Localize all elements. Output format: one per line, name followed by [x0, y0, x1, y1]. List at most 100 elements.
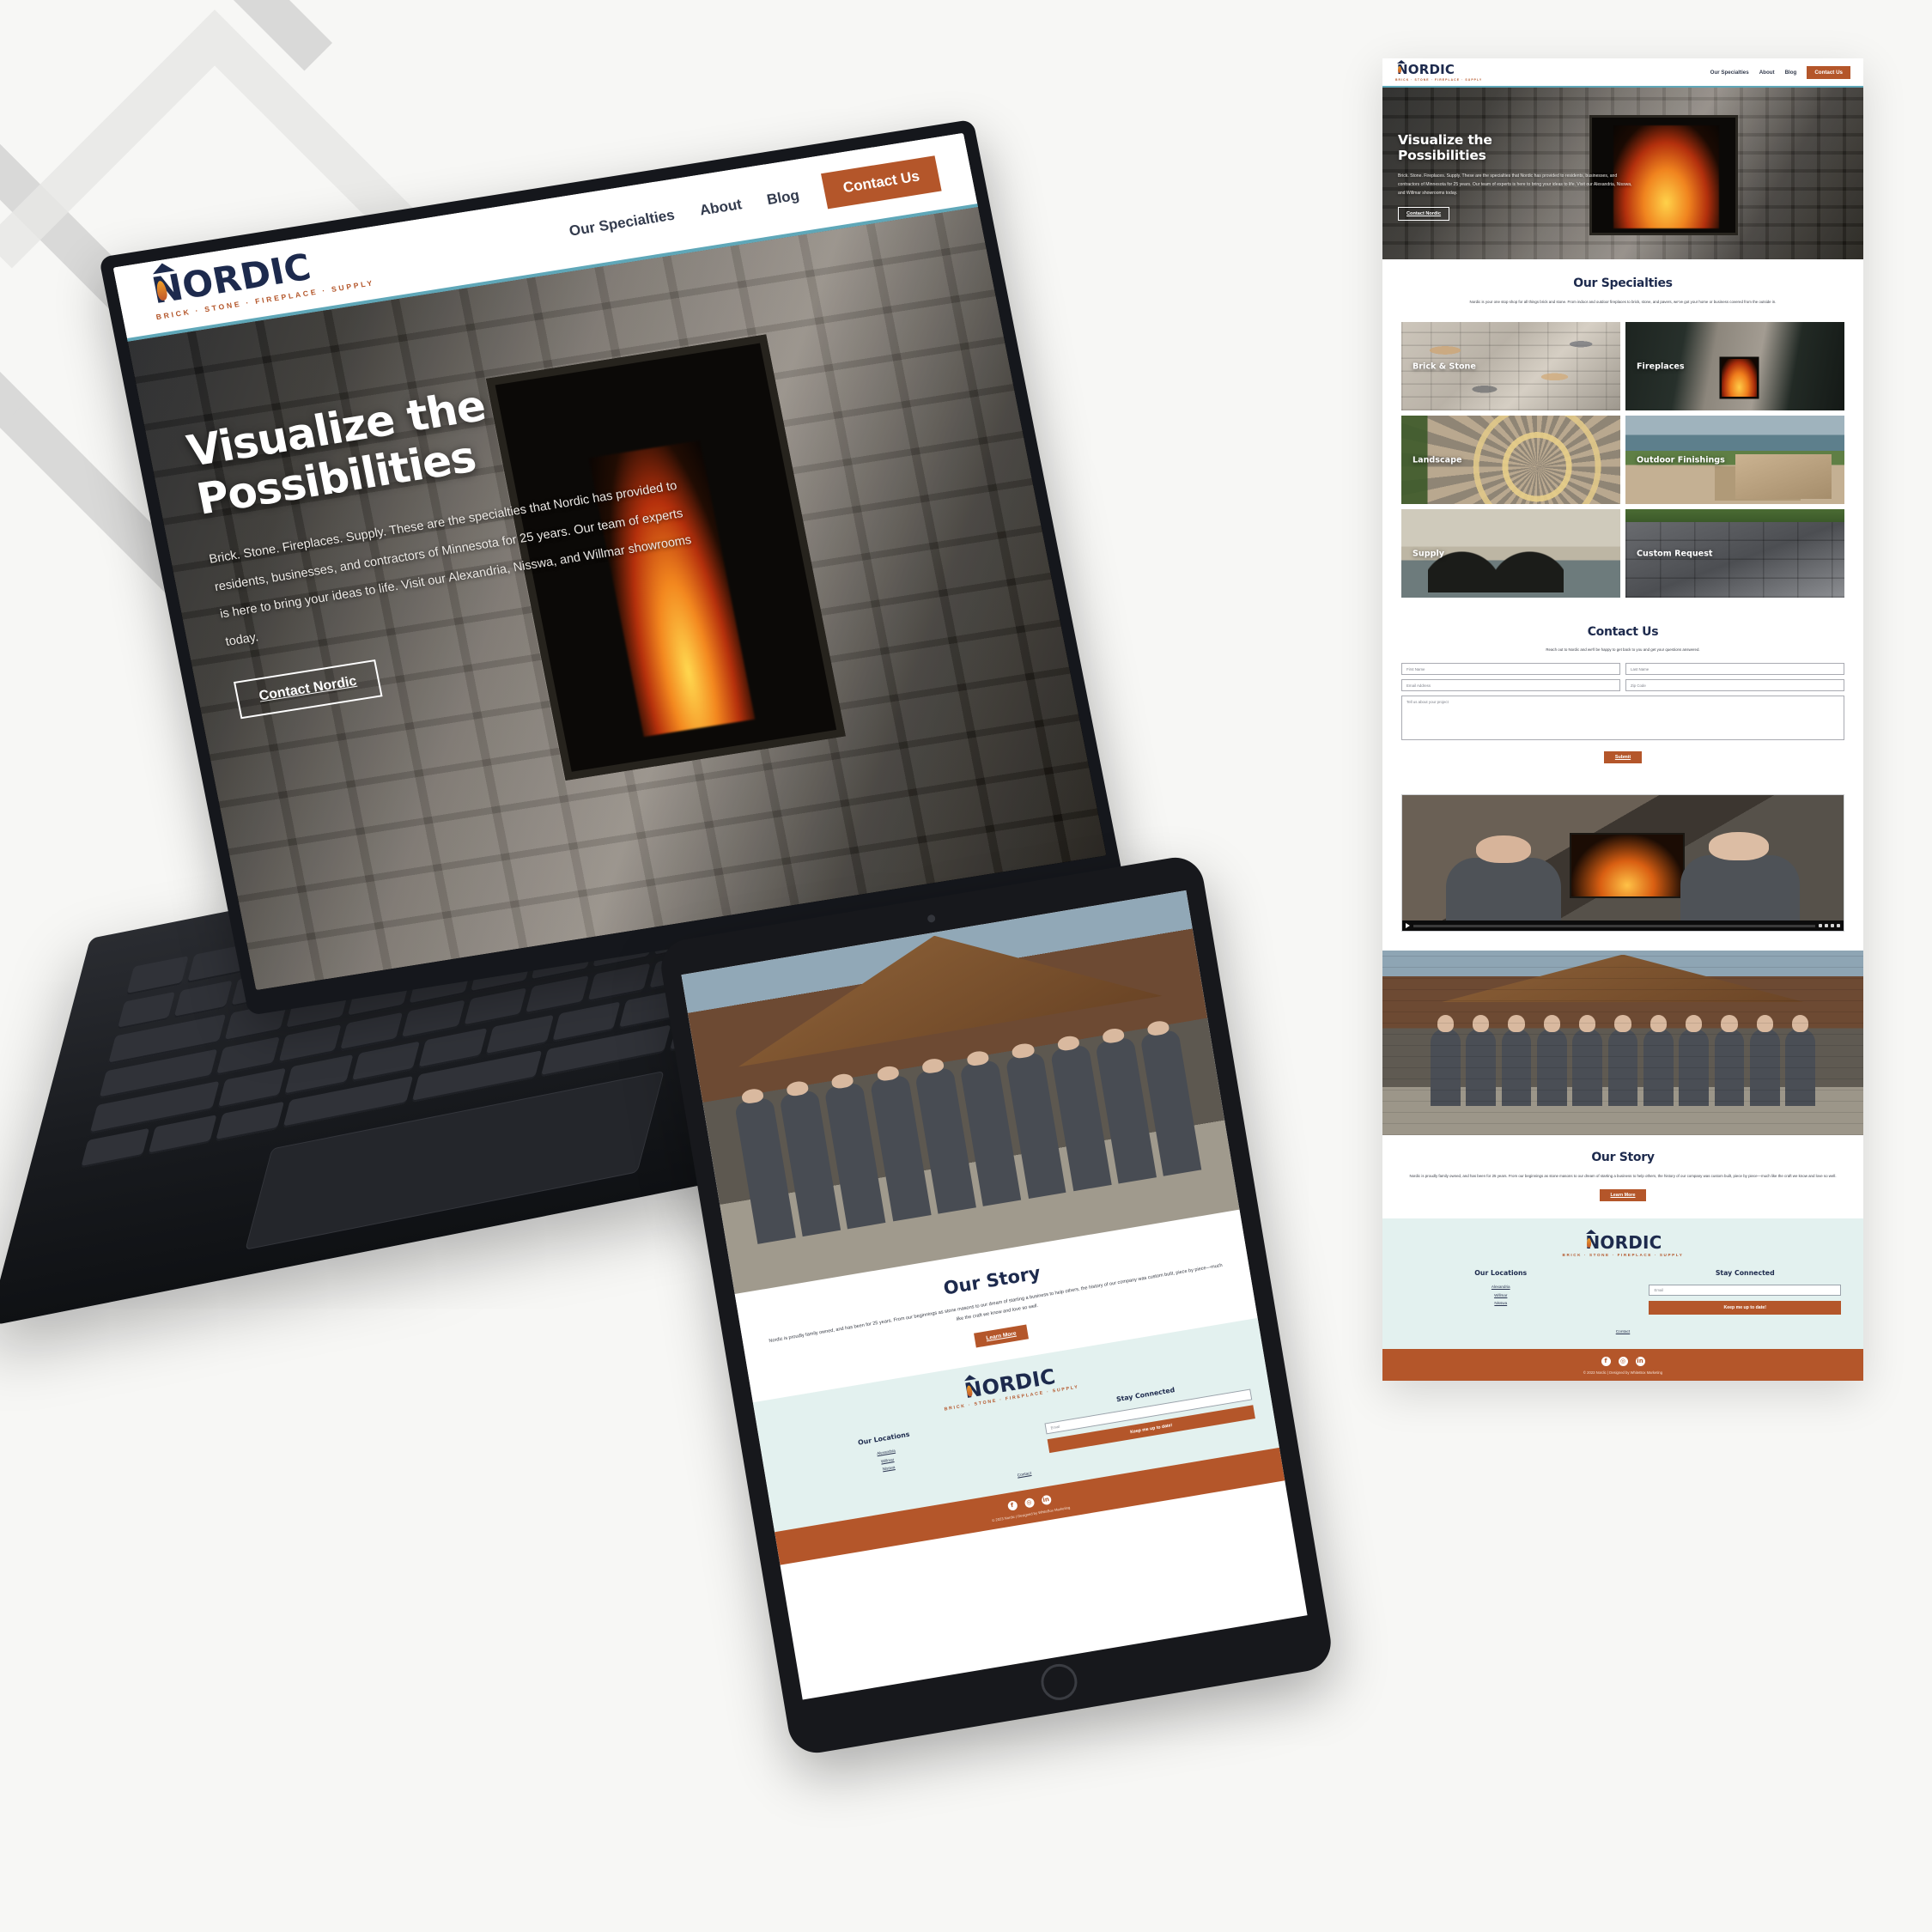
hero-contact-nordic-button[interactable]: Contact Nordic [233, 659, 383, 719]
our-story-body: Nordic is proudly family owned, and has … [1409, 1174, 1837, 1179]
laptop-viewport: NORDIC BRICK · STONE · FIREPLACE · SUPPL… [112, 132, 1107, 991]
site-header: NORDIC BRICK · STONE · FIREPLACE · SUPPL… [1382, 58, 1863, 88]
footer-contact-link[interactable]: Contact [1616, 1330, 1631, 1334]
social-links: f ◎ in [1382, 1357, 1863, 1367]
email-address-input[interactable]: Email Address [1401, 679, 1620, 692]
laptop-screen: NORDIC BRICK · STONE · FIREPLACE · SUPPL… [99, 118, 1123, 1016]
footer-location-willmar[interactable]: Willmar [1405, 1293, 1597, 1297]
footer-social-bar: f ◎ in © 2023 Nordic | Designed by White… [1382, 1349, 1863, 1382]
team-member-row [733, 1029, 1202, 1244]
settings-gear-icon[interactable] [1825, 924, 1828, 928]
tablet-viewport: Our Story Nordic is proudly family owned… [681, 890, 1308, 1700]
video-progress-scrubber[interactable] [1413, 924, 1815, 927]
footer-subscribe-button[interactable]: Keep me up to date! [1649, 1301, 1841, 1315]
card-label: Brick & Stone [1413, 361, 1476, 372]
video-controls-bar [1402, 920, 1844, 932]
our-story-learn-more-button[interactable]: Learn More [974, 1324, 1029, 1348]
primary-nav: Our Specialties About Blog Contact Us [1710, 65, 1850, 79]
site-footer: NORDIC BRICK · STONE · FIREPLACE · SUPPL… [1382, 1218, 1863, 1350]
first-name-input[interactable]: First Name [1401, 663, 1620, 676]
play-icon[interactable] [1406, 923, 1410, 929]
nav-contact-us-button[interactable]: Contact Us [1807, 65, 1850, 79]
specialty-card-custom-request[interactable]: Custom Request [1625, 509, 1844, 598]
video-section [1382, 786, 1863, 951]
card-label: Supply [1413, 549, 1445, 559]
facebook-icon[interactable]: f [1601, 1357, 1611, 1367]
footer-nordic-logo[interactable]: NORDIC BRICK · STONE · FIREPLACE · SUPPL… [1405, 1230, 1841, 1257]
last-name-input[interactable]: Last Name [1625, 663, 1844, 676]
fullscreen-icon[interactable] [1837, 924, 1840, 928]
footer-location-nisswa[interactable]: Nisswa [1405, 1301, 1597, 1305]
pavilion-roof [1440, 954, 1806, 1003]
nav-item-about[interactable]: About [1759, 70, 1775, 76]
tablet-home-button[interactable] [1038, 1661, 1080, 1704]
flame-icon [155, 280, 169, 301]
logo-tagline: BRICK · STONE · FIREPLACE · SUPPLY [1395, 77, 1483, 82]
footer-email-input[interactable]: Email [1649, 1285, 1841, 1297]
nordic-logo[interactable]: NORDIC BRICK · STONE · FIREPLACE · SUPPL… [1395, 60, 1483, 82]
nav-item-blog[interactable]: Blog [1785, 70, 1797, 76]
hero-section: Visualize the Possibilities Brick. Stone… [1382, 88, 1863, 259]
contact-form-row: Tell us about your project [1401, 696, 1844, 741]
nav-item-our-specialties[interactable]: Our Specialties [568, 207, 676, 240]
hero-contact-nordic-button[interactable]: Contact Nordic [1398, 206, 1450, 221]
nav-item-our-specialties[interactable]: Our Specialties [1710, 70, 1749, 76]
nav-item-blog[interactable]: Blog [765, 187, 800, 210]
footer-newsletter-column: Stay Connected Email Keep me up to date! [1649, 1269, 1841, 1315]
footer-contact-link[interactable]: Contact [1018, 1472, 1032, 1479]
nav-contact-us-button[interactable]: Contact Us [821, 155, 942, 210]
roof-icon [1397, 60, 1406, 64]
instagram-icon[interactable]: ◎ [1618, 1357, 1628, 1367]
team-photo [1382, 951, 1863, 1136]
specialty-card-brick-and-stone[interactable]: Brick & Stone [1401, 322, 1620, 411]
flame-icon [1397, 66, 1401, 73]
roof-icon [1586, 1230, 1597, 1235]
instagram-icon[interactable]: ◎ [1024, 1498, 1035, 1509]
card-label: Fireplaces [1637, 361, 1685, 372]
footer-columns: Our Locations Alexandria Willmar Nisswa … [1405, 1269, 1841, 1315]
card-label: Custom Request [1637, 549, 1713, 559]
volume-icon[interactable] [1819, 924, 1822, 928]
card-label: Outdoor Finishings [1637, 455, 1725, 465]
zip-code-input[interactable]: Zip Code [1625, 679, 1844, 692]
our-specialties-subtitle: Nordic is your one stop shop for all thi… [1469, 300, 1777, 304]
specialty-card-landscape[interactable]: Landscape [1401, 416, 1620, 505]
team-member-row [1431, 1014, 1816, 1106]
nav-item-about[interactable]: About [698, 196, 743, 219]
hero-section: Visualize the Possibilities Brick. Stone… [127, 207, 1107, 991]
video-player[interactable] [1401, 794, 1844, 933]
logo-wordmark: NORDIC [1397, 60, 1455, 77]
contact-us-subtitle: Reach out to Nordic and we'll be happy t… [1546, 647, 1700, 653]
footer-location-alexandria[interactable]: Alexandria [1405, 1285, 1597, 1289]
hero-heading-line-1: Visualize the [1398, 132, 1492, 148]
roof-icon [963, 1374, 977, 1382]
footer-stay-connected-heading: Stay Connected [1715, 1269, 1775, 1278]
our-story-title: Our Story [1591, 1151, 1655, 1165]
hero-copy: Visualize the Possibilities Brick. Stone… [1398, 132, 1634, 221]
flame-icon [1586, 1238, 1592, 1249]
contact-form-row: Email Address Zip Code [1401, 679, 1844, 692]
contact-us-section: Contact Us Reach out to Nordic and we'll… [1382, 613, 1863, 787]
facebook-icon[interactable]: f [1006, 1500, 1018, 1512]
logo-wordmark: NORDIC [1583, 1230, 1662, 1251]
our-story-learn-more-button[interactable]: Learn More [1600, 1189, 1646, 1202]
linkedin-icon[interactable]: in [1635, 1357, 1645, 1367]
hero-heading-line-2: Possibilities [1398, 148, 1486, 164]
specialty-card-supply[interactable]: Supply [1401, 509, 1620, 598]
captions-icon[interactable] [1831, 924, 1834, 928]
card-label: Landscape [1413, 455, 1462, 465]
contact-submit-button[interactable]: Submit [1603, 751, 1643, 764]
flame-icon [965, 1384, 974, 1397]
footer-locations-column: Our Locations Alexandria Willmar Nisswa [1405, 1269, 1597, 1315]
our-specialties-title: Our Specialties [1573, 276, 1673, 290]
specialty-card-fireplaces[interactable]: Fireplaces [1625, 322, 1844, 411]
footer-locations-heading: Our Locations [1474, 1269, 1528, 1278]
tablet-camera-icon [927, 914, 936, 923]
pavilion-roof [722, 900, 1162, 1066]
contact-us-title: Contact Us [1587, 625, 1659, 640]
project-message-textarea[interactable]: Tell us about your project [1401, 696, 1844, 741]
copyright-text: © 2023 Nordic | Designed by WhiteBox Mar… [1583, 1370, 1663, 1376]
specialty-card-outdoor-finishings[interactable]: Outdoor Finishings [1625, 416, 1844, 505]
hero-body-text: Brick. Stone. Fireplaces. Supply. These … [1398, 173, 1632, 197]
linkedin-icon[interactable]: in [1040, 1494, 1052, 1506]
